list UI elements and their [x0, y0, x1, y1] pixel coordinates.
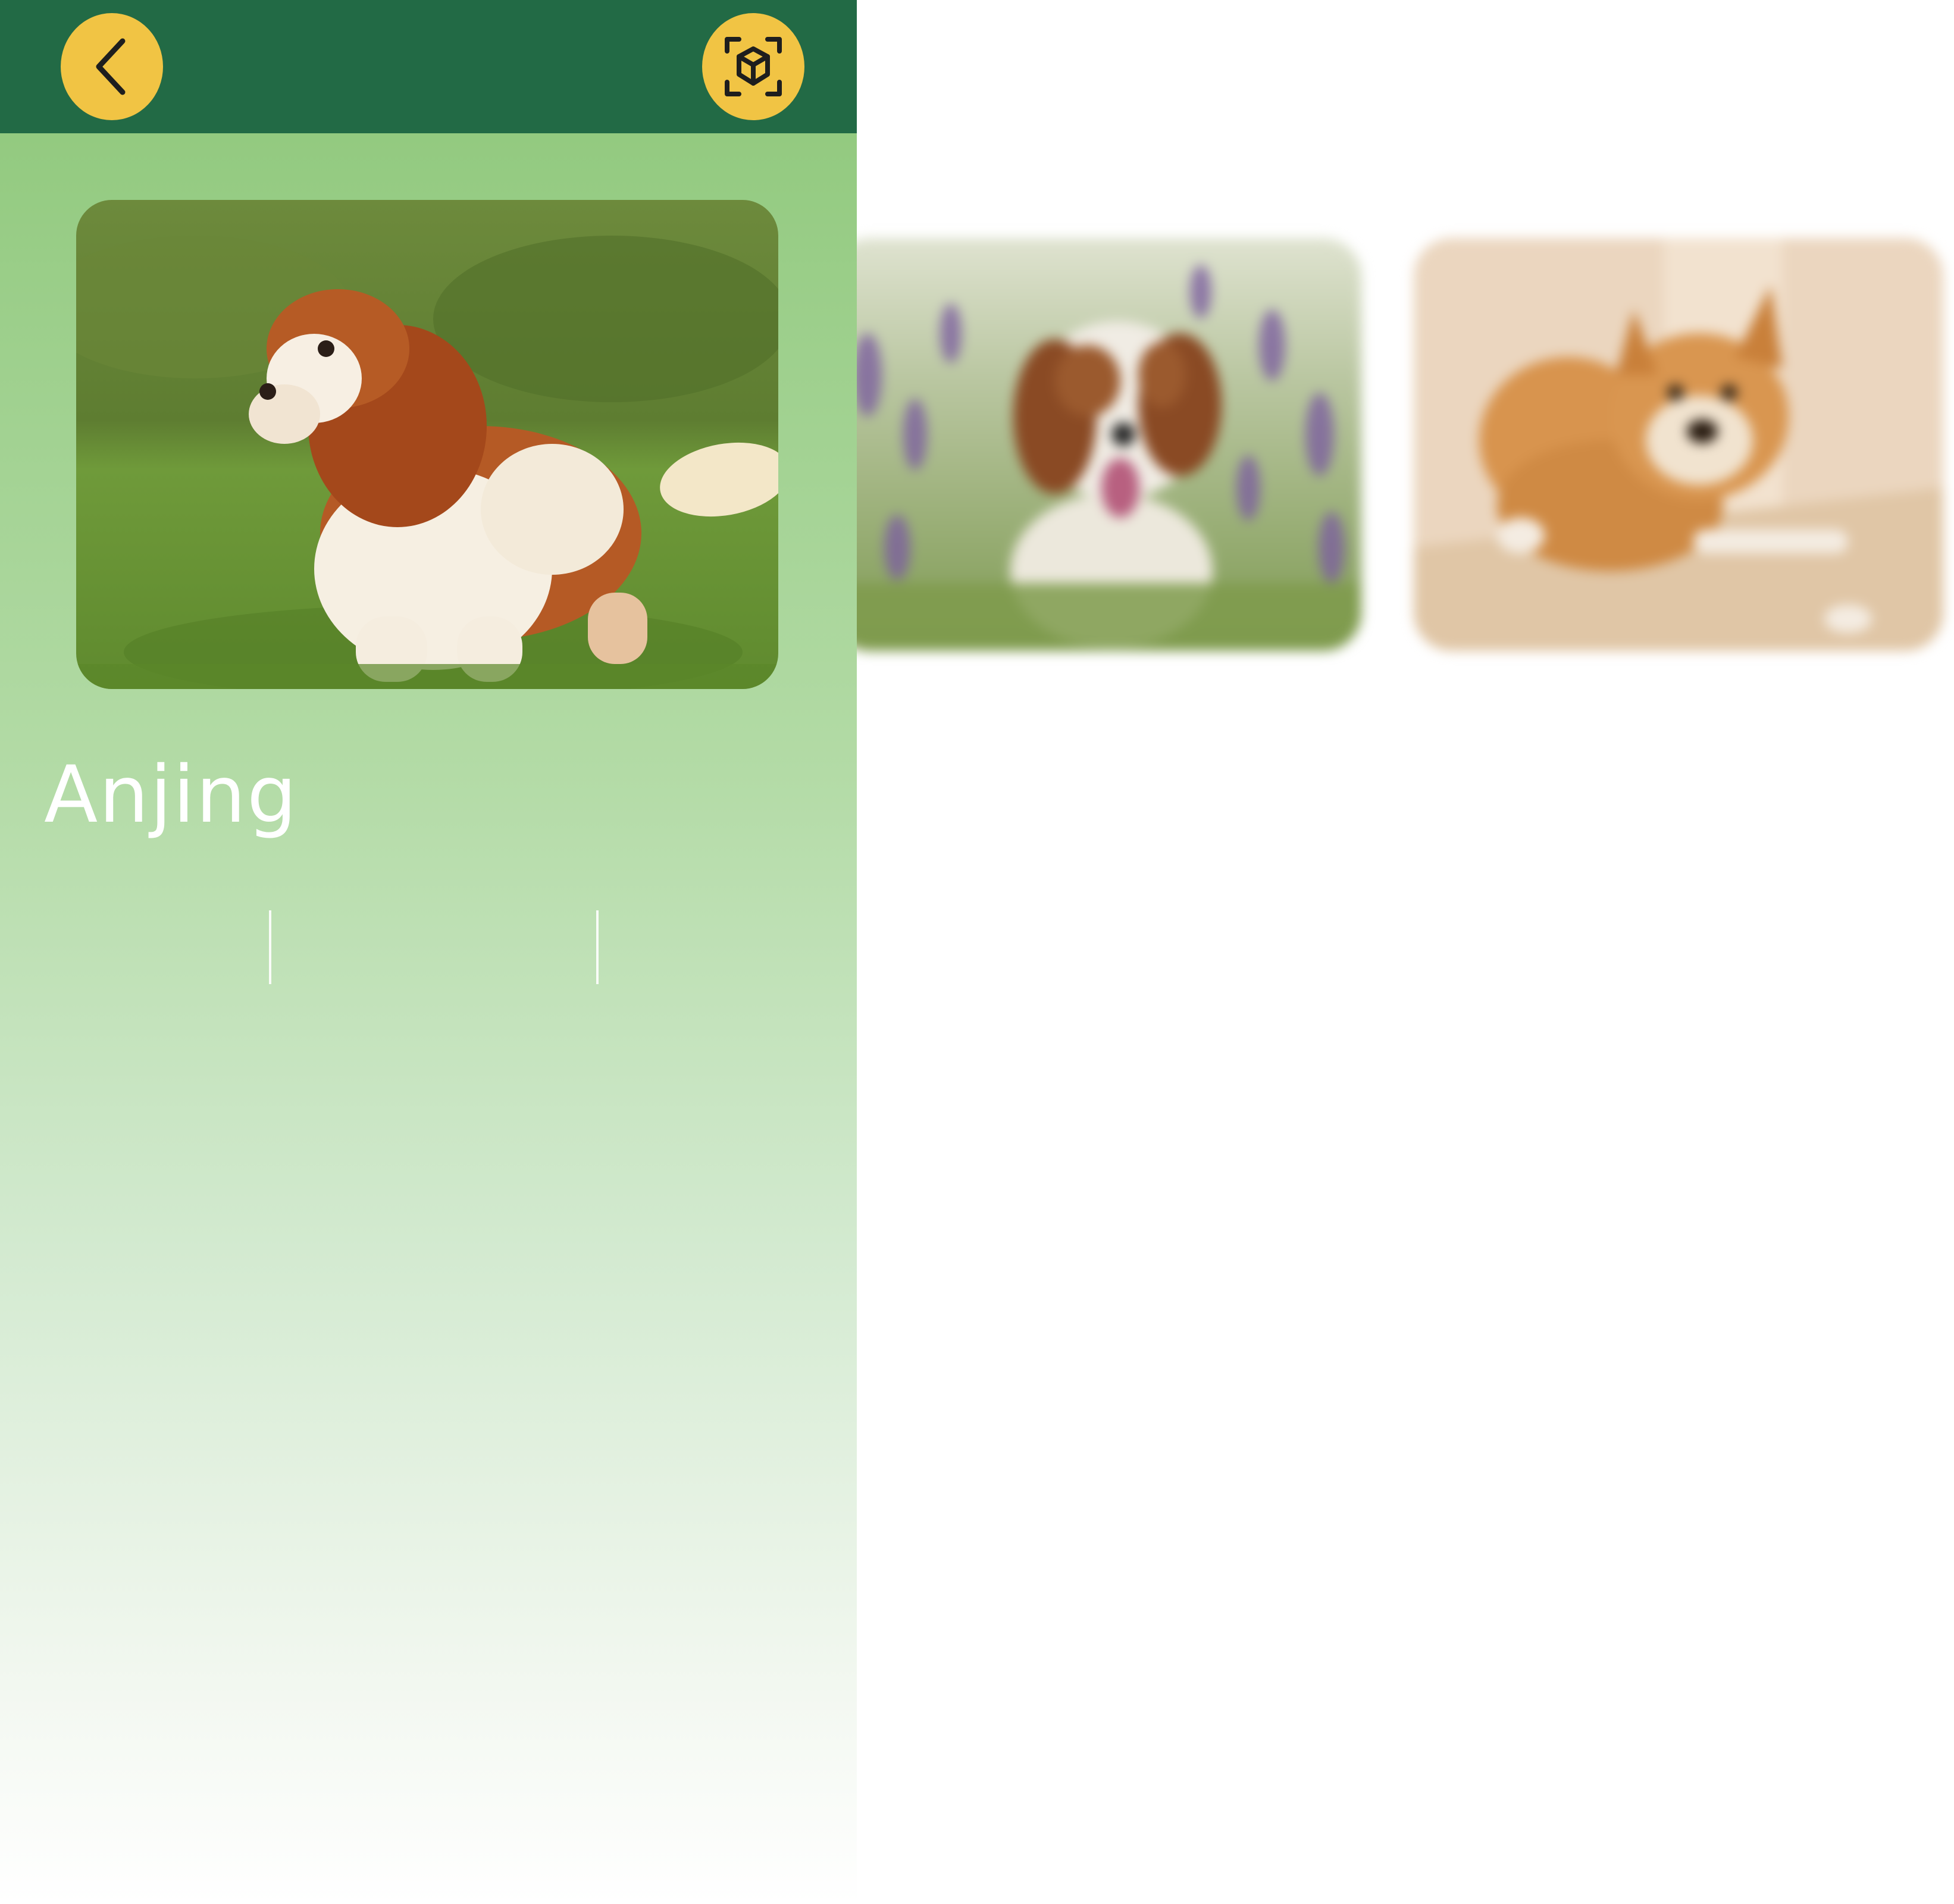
ar-view-button[interactable] [702, 13, 804, 120]
dog-in-field-picture [832, 238, 1361, 651]
detail-panel: Anjing [0, 0, 857, 1904]
hero-image [76, 200, 778, 689]
info-divider [269, 910, 271, 984]
top-app-bar [0, 0, 857, 133]
ar-cube-scan-icon [724, 36, 783, 98]
chevron-left-icon [88, 34, 136, 99]
shiba-picture [1414, 238, 1943, 651]
gallery-image-shiba[interactable] [1414, 238, 1943, 651]
cavalier-spaniel-picture [76, 200, 778, 689]
back-button[interactable] [61, 13, 163, 120]
gallery-image-dog-lavender[interactable] [832, 238, 1361, 651]
info-divider [596, 910, 599, 984]
page-title: Anjing [44, 749, 298, 841]
screen: Anjing [0, 0, 1954, 1904]
